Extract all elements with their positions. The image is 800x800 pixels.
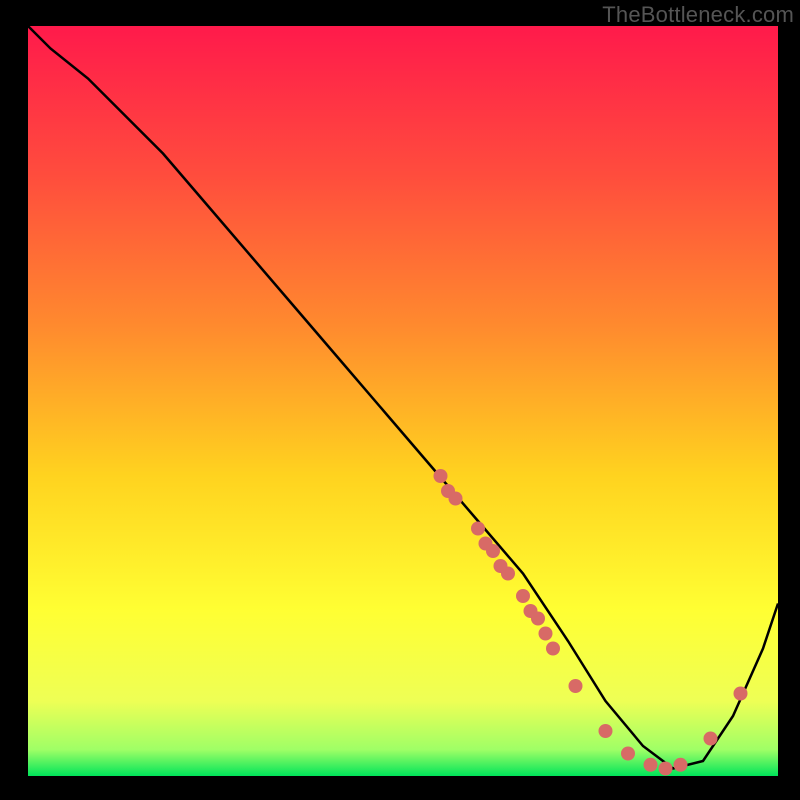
data-marker	[449, 492, 463, 506]
data-marker	[501, 567, 515, 581]
data-marker	[539, 627, 553, 641]
data-marker	[659, 762, 673, 776]
data-marker	[621, 747, 635, 761]
chart-container: TheBottleneck.com	[0, 0, 800, 800]
data-marker	[569, 679, 583, 693]
data-marker	[486, 544, 500, 558]
watermark-text: TheBottleneck.com	[602, 2, 794, 28]
data-marker	[516, 589, 530, 603]
data-marker	[599, 724, 613, 738]
data-marker	[546, 642, 560, 656]
data-marker	[531, 612, 545, 626]
data-marker	[704, 732, 718, 746]
bottleneck-chart	[0, 0, 800, 800]
data-marker	[434, 469, 448, 483]
data-marker	[734, 687, 748, 701]
data-marker	[674, 758, 688, 772]
data-marker	[471, 522, 485, 536]
plot-background	[28, 26, 778, 776]
data-marker	[644, 758, 658, 772]
